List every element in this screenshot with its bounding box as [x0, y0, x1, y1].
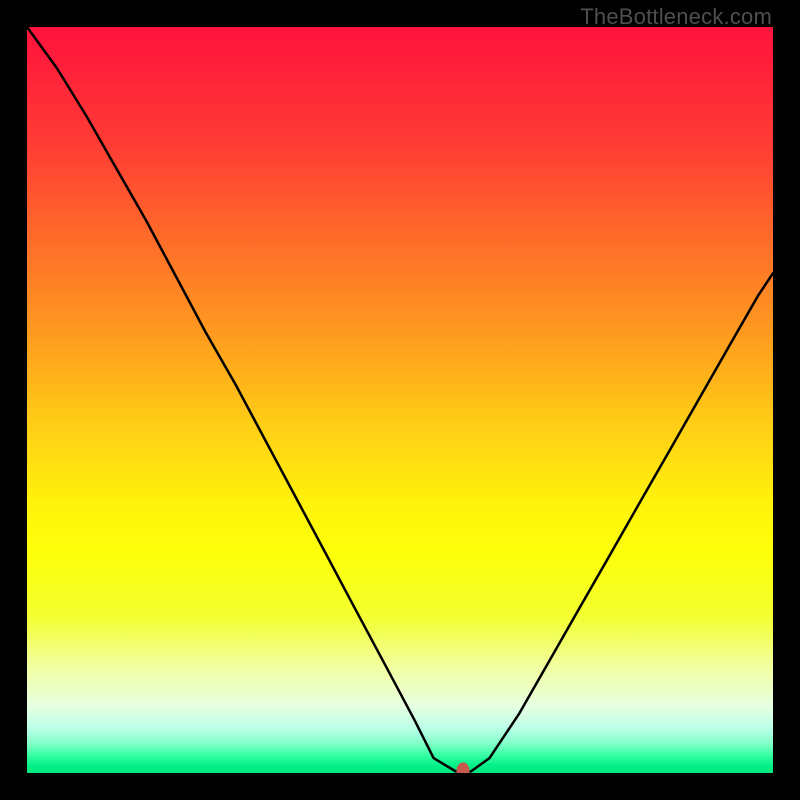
watermark-text: TheBottleneck.com [580, 4, 772, 30]
bottleneck-curve [27, 27, 773, 773]
plot-area [27, 27, 773, 773]
chart-frame: TheBottleneck.com [0, 0, 800, 800]
optimum-marker [457, 762, 470, 773]
